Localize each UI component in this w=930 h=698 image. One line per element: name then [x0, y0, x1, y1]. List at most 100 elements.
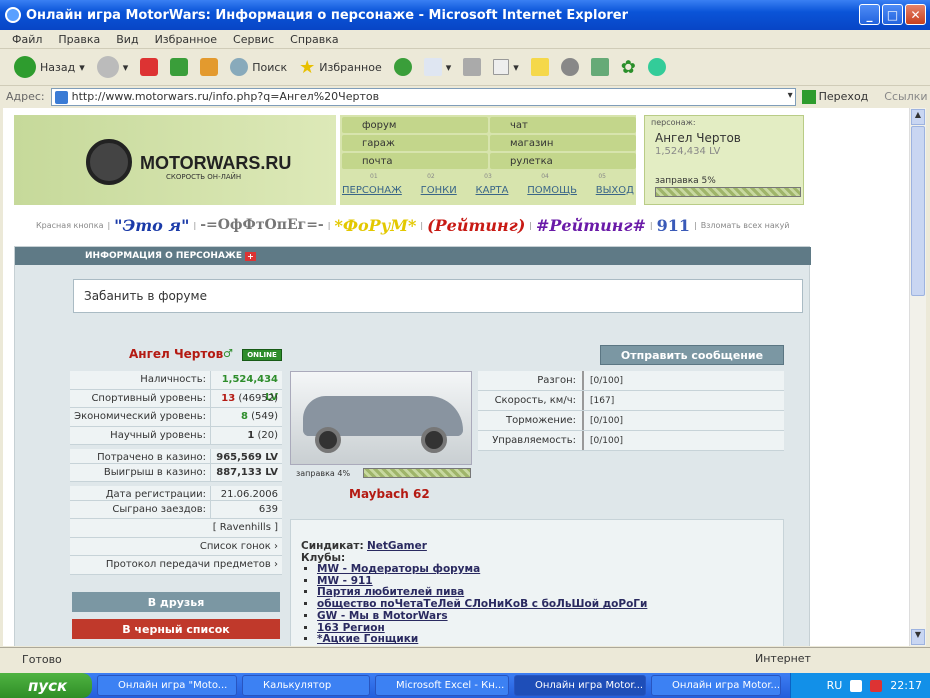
close-button[interactable]: ✕ [905, 4, 926, 25]
go-button[interactable]: Переход [801, 89, 868, 104]
task-excel[interactable]: Microsoft Excel - Кн... [375, 675, 509, 696]
media-button[interactable] [390, 53, 416, 81]
site-logo-panel[interactable]: MOTORWARS.RU СКОРОСТЬ ОН-ЛАЙН [14, 115, 336, 205]
menu-mail[interactable]: почта [342, 153, 488, 169]
forward-button[interactable]: ▾ [93, 53, 133, 81]
menu-roulette[interactable]: рулетка [490, 153, 636, 169]
language-indicator[interactable]: RU [827, 679, 843, 692]
refresh-button[interactable] [166, 53, 192, 81]
ban-in-forum[interactable]: Забанить в форуме [73, 279, 803, 313]
system-tray: RU 22:17 [790, 673, 930, 698]
link-race-list[interactable]: Список гонок › [70, 537, 282, 556]
persona-level: 1,524,434 LV [655, 146, 721, 157]
nav-map[interactable]: КАРТА [476, 185, 509, 196]
table-row: Наличность: 1,524,434 LV [70, 371, 282, 403]
menu-tools[interactable]: Сервис [233, 33, 274, 46]
minimize-button[interactable]: _ [859, 4, 880, 25]
collapse-icon[interactable]: + [245, 251, 256, 261]
media-icon [393, 58, 412, 76]
nav-races[interactable]: ГОНКИ [421, 185, 457, 196]
link-offtopic[interactable]: -=ОфФтОпЕг=- [200, 217, 324, 233]
antivirus-icon[interactable] [870, 679, 883, 692]
messenger-button[interactable] [644, 53, 670, 81]
menu-favorites[interactable]: Избранное [155, 33, 217, 46]
window-title-bar: Онлайн игра MotorWars: Информация о перс… [0, 0, 930, 30]
vertical-scrollbar[interactable]: ▲ ▼ [909, 108, 926, 646]
address-input[interactable]: http://www.motorwars.ru/info.php?q=Ангел… [50, 87, 796, 106]
tool-icon [590, 58, 609, 76]
menu-garage[interactable]: гараж [342, 135, 488, 151]
icq-button[interactable]: ✿ [617, 53, 640, 81]
task-calculator[interactable]: Калькулятор [242, 675, 370, 696]
discuss-button[interactable] [527, 53, 553, 81]
print-icon [463, 58, 482, 76]
table-row: Экономический уровень: 8 (549) [70, 408, 282, 427]
menu-help[interactable]: Справка [290, 33, 338, 46]
car-image [290, 371, 472, 465]
menu-forum[interactable]: форум [342, 117, 488, 133]
address-bar: Адрес: http://www.motorwars.ru/info.php?… [0, 85, 930, 107]
home-button[interactable] [196, 53, 222, 81]
menu-view[interactable]: Вид [116, 33, 138, 46]
quick-links: Красная кнопка | "Это я" | -=ОфФтОпЕг=- … [36, 215, 790, 235]
nav-help[interactable]: ПОМОЩЬ [527, 185, 577, 196]
site-slogan: СКОРОСТЬ ОН-ЛАЙН [166, 173, 242, 181]
maximize-button[interactable]: □ [882, 4, 903, 25]
scroll-down-icon[interactable]: ▼ [911, 629, 925, 645]
links-label[interactable]: Ссылки [884, 90, 927, 103]
nav-persona[interactable]: ПЕРСОНАЖ [342, 185, 402, 196]
male-icon: ♂ [223, 347, 233, 360]
edit-button[interactable]: ▾ [489, 53, 523, 81]
favorites-button[interactable]: ★ Избранное [295, 53, 386, 81]
link-ravenhills[interactable]: [ Ravenhills ] [70, 519, 282, 538]
menu-file[interactable]: Файл [12, 33, 42, 46]
link-its-me[interactable]: "Это я" [114, 216, 189, 235]
link-forum[interactable]: *ФоРуМ* [334, 216, 416, 235]
site-logo: MOTORWARS.RU [140, 153, 292, 173]
link-red-button[interactable]: Красная кнопка [36, 221, 103, 230]
task-ie-2[interactable]: Онлайн игра Motor... [514, 675, 646, 696]
stop-icon [140, 58, 159, 76]
persona-box: персонаж: Ангел Чертов 1,524,434 LV запр… [644, 115, 804, 205]
syndicate-clubs: Синдикат: NetGamer Клубы: MW - Модератор… [290, 519, 784, 646]
nav-exit[interactable]: ВЫХОД [596, 185, 634, 196]
task-ie-3[interactable]: Онлайн игра Motor... [651, 675, 781, 696]
tool-button[interactable] [587, 53, 613, 81]
send-message-button[interactable]: Отправить сообщение [600, 345, 784, 365]
address-label: Адрес: [6, 90, 45, 103]
search-button[interactable]: Поиск [226, 53, 291, 81]
start-button[interactable]: пуск [0, 673, 92, 698]
persona-name[interactable]: Ангел Чертов [655, 131, 793, 145]
dropdown-arrow-icon[interactable]: ▾ [788, 90, 793, 101]
table-row: Торможение: [0/100] [478, 411, 784, 431]
menu-shop[interactable]: магазин [490, 135, 636, 151]
scroll-up-icon[interactable]: ▲ [911, 109, 925, 125]
scroll-thumb[interactable] [911, 126, 925, 296]
mail-button[interactable]: ▾ [420, 53, 456, 81]
menu-edit[interactable]: Правка [58, 33, 100, 46]
table-row: Управляемость: [0/100] [478, 431, 784, 451]
link-hack[interactable]: Взломать всех накуй [701, 221, 790, 230]
logo-mark-icon [86, 139, 132, 185]
task-ie-1[interactable]: Онлайн игра "Moto... [97, 675, 237, 696]
window-title: Онлайн игра MotorWars: Информация о перс… [26, 7, 629, 23]
menu-chat[interactable]: чат [490, 117, 636, 133]
stop-button[interactable] [136, 53, 162, 81]
messenger-icon [647, 58, 666, 76]
blacklist-button[interactable]: В черный список [72, 619, 280, 639]
link-rating[interactable]: (Рейтинг) [427, 216, 525, 235]
syndicate-link[interactable]: NetGamer [367, 540, 427, 552]
add-friend-button[interactable]: В друзья [72, 592, 280, 612]
link-rating2[interactable]: #Рейтинг# [536, 216, 646, 235]
link-911[interactable]: 911 [657, 216, 690, 235]
list-item: MW - Модераторы форума [317, 563, 783, 576]
back-button[interactable]: Назад ▾ [10, 53, 89, 81]
note-icon [530, 58, 549, 76]
research-button[interactable] [557, 53, 583, 81]
print-button[interactable] [459, 53, 485, 81]
toolbar: Назад ▾ ▾ Поиск ★ Избранное ▾ ▾ ✿ [0, 50, 930, 84]
page-viewport: MOTORWARS.RU СКОРОСТЬ ОН-ЛАЙН форум чат … [3, 108, 909, 646]
taskbar: пуск Онлайн игра "Moto... Калькулятор Mi… [0, 673, 930, 698]
tray-icon[interactable] [850, 679, 863, 692]
link-transfer-log[interactable]: Протокол передачи предметов › [70, 556, 282, 575]
